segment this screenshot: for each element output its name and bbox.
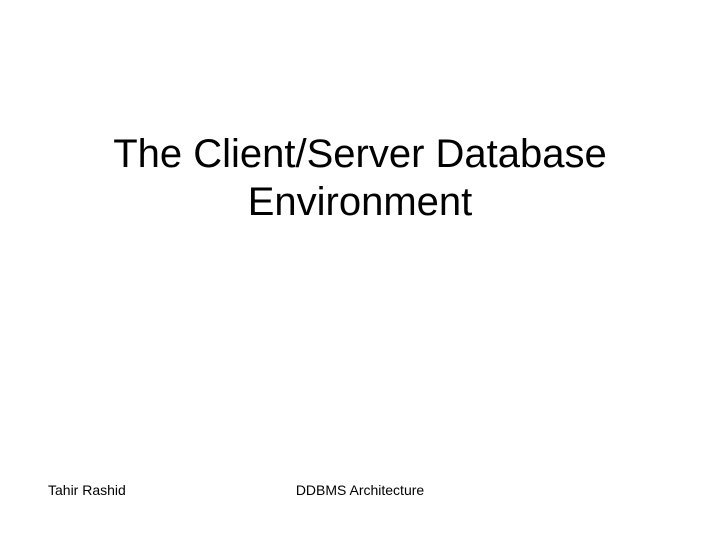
footer-topic: DDBMS Architecture [0,482,720,498]
slide-title: The Client/Server Database Environment [0,130,720,226]
slide: The Client/Server Database Environment T… [0,0,720,540]
